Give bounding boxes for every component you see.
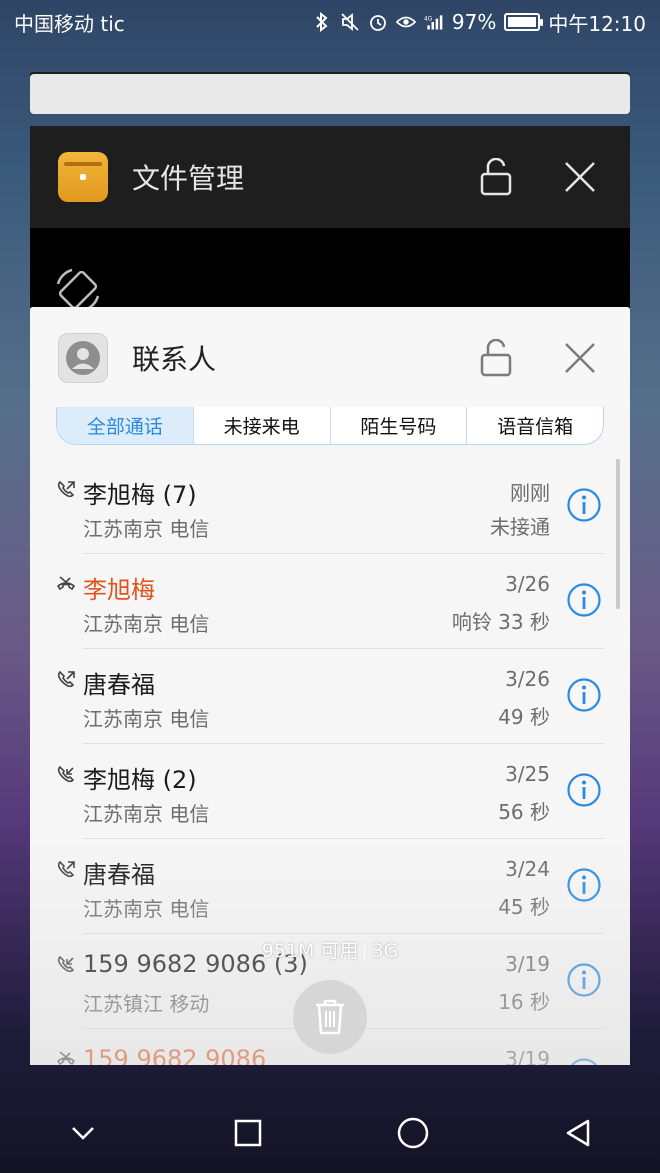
battery-icon: [504, 13, 544, 31]
call-log-row[interactable]: 李旭梅 (7) 江苏南京 电信 刚刚 未接通: [30, 459, 630, 554]
close-button[interactable]: [558, 336, 602, 380]
caller-name: 唐春福: [83, 861, 155, 889]
unlock-icon: [480, 339, 512, 377]
memory-available: 951M 可用: [261, 940, 359, 962]
contacts-app-title: 联系人: [132, 343, 217, 376]
back-button[interactable]: [548, 1103, 608, 1163]
chevron-down-icon: [71, 1127, 94, 1140]
caller-name: 李旭梅 (2): [83, 766, 197, 794]
call-log-row[interactable]: 唐春福 江苏南京 电信 3/24 45 秒: [30, 839, 630, 934]
call-duration: 16 秒: [498, 990, 550, 1014]
call-info-button[interactable]: [566, 772, 602, 808]
hide-nav-button[interactable]: [53, 1103, 113, 1163]
call-info-button[interactable]: [566, 1057, 602, 1065]
caller-location: 江苏南京 电信: [83, 517, 210, 541]
scrollbar[interactable]: [616, 459, 620, 609]
call-info-button[interactable]: [566, 677, 602, 713]
call-duration: 49 秒: [498, 705, 550, 729]
recent-card-files[interactable]: 文件管理: [30, 126, 630, 316]
alarm-icon: [368, 12, 388, 32]
info-icon: [567, 868, 601, 902]
info-icon: [570, 1058, 598, 1065]
call-duration: 56 秒: [498, 800, 550, 824]
recents-button[interactable]: [218, 1103, 278, 1163]
clear-all-button[interactable]: [293, 980, 367, 1054]
caller-name: 159 9682 9086: [83, 1045, 267, 1065]
contacts-icon: [58, 333, 108, 383]
missed-call-icon: [56, 1049, 76, 1065]
trash-icon: [316, 999, 344, 1035]
bluetooth-icon: [312, 12, 332, 32]
status-bar: 中国移动 tic 4G 97% 中午12:10: [0, 0, 660, 44]
outgoing-call-icon: [56, 669, 76, 689]
files-app-title: 文件管理: [132, 162, 245, 195]
tab-missed-calls[interactable]: 未接来电: [192, 407, 330, 444]
call-filter-tabs: 全部通话 未接来电 陌生号码 语音信箱: [56, 407, 604, 445]
call-duration: 未接通: [490, 515, 550, 539]
missed-call-icon: [56, 574, 76, 594]
call-log-row[interactable]: 李旭梅 江苏南京 电信 3/26 响铃 33 秒: [30, 554, 630, 649]
info-icon: [567, 583, 601, 617]
call-duration: 响铃 33 秒: [451, 610, 550, 634]
outgoing-call-icon: [56, 859, 76, 879]
lock-button[interactable]: [474, 336, 518, 380]
network-type-label: 4G: [424, 16, 433, 22]
folder-icon: [58, 152, 108, 202]
caller-location: 江苏南京 电信: [83, 897, 210, 921]
caller-name: 李旭梅: [83, 576, 155, 604]
circle-icon: [397, 1117, 428, 1149]
call-date: 3/19: [505, 1047, 550, 1065]
eye-icon: [395, 12, 416, 32]
caller-location: 江苏镇江 移动: [83, 992, 210, 1016]
caller-name: 唐春福: [83, 671, 155, 699]
clock: 中午12:10: [548, 11, 646, 36]
unlock-icon: [480, 158, 512, 196]
close-button[interactable]: [558, 155, 602, 199]
close-icon: [565, 162, 595, 192]
call-duration: 45 秒: [498, 895, 550, 919]
call-log-row[interactable]: 唐春福 江苏南京 电信 3/26 49 秒: [30, 649, 630, 744]
recent-card-back[interactable]: [30, 74, 630, 114]
back-triangle-icon: [566, 1119, 589, 1147]
info-icon: [567, 773, 601, 807]
call-info-button[interactable]: [566, 487, 602, 523]
square-icon: [234, 1119, 261, 1147]
battery-percent: 97%: [451, 10, 497, 34]
memory-info: 951M 可用 3G: [0, 936, 660, 963]
call-date: 刚刚: [510, 481, 550, 505]
call-info-button[interactable]: [566, 867, 602, 903]
navigation-bar: [0, 1093, 660, 1173]
signal-icon: 4G: [424, 12, 444, 32]
info-icon: [567, 678, 601, 712]
memory-network: 3G: [371, 940, 399, 962]
call-date: 3/26: [505, 667, 550, 691]
outgoing-call-icon: [56, 479, 76, 499]
caller-location: 江苏南京 电信: [83, 612, 210, 636]
tab-voicemail[interactable]: 语音信箱: [466, 407, 603, 444]
close-icon: [565, 343, 595, 373]
info-icon: [567, 488, 601, 522]
home-button[interactable]: [383, 1103, 443, 1163]
call-date: 3/26: [505, 572, 550, 596]
mute-icon: [340, 12, 360, 32]
carrier-label: 中国移动 tic: [14, 11, 125, 36]
call-date: 3/25: [505, 762, 550, 786]
tab-unknown-numbers[interactable]: 陌生号码: [329, 407, 467, 444]
lock-button[interactable]: [474, 155, 518, 199]
call-date: 3/24: [505, 857, 550, 881]
caller-name: 李旭梅 (7): [83, 481, 197, 509]
tab-all-calls[interactable]: 全部通话: [57, 407, 193, 444]
call-info-button[interactable]: [566, 582, 602, 618]
incoming-call-icon: [56, 764, 76, 784]
call-info-button[interactable]: [566, 962, 602, 998]
caller-location: 江苏南京 电信: [83, 802, 210, 826]
caller-location: 江苏南京 电信: [83, 707, 210, 731]
info-icon: [567, 963, 601, 997]
call-log-list: 李旭梅 (7) 江苏南京 电信 刚刚 未接通 李旭梅 江苏南京 电信 3/26 …: [30, 459, 630, 1065]
call-log-row[interactable]: 李旭梅 (2) 江苏南京 电信 3/25 56 秒: [30, 744, 630, 839]
